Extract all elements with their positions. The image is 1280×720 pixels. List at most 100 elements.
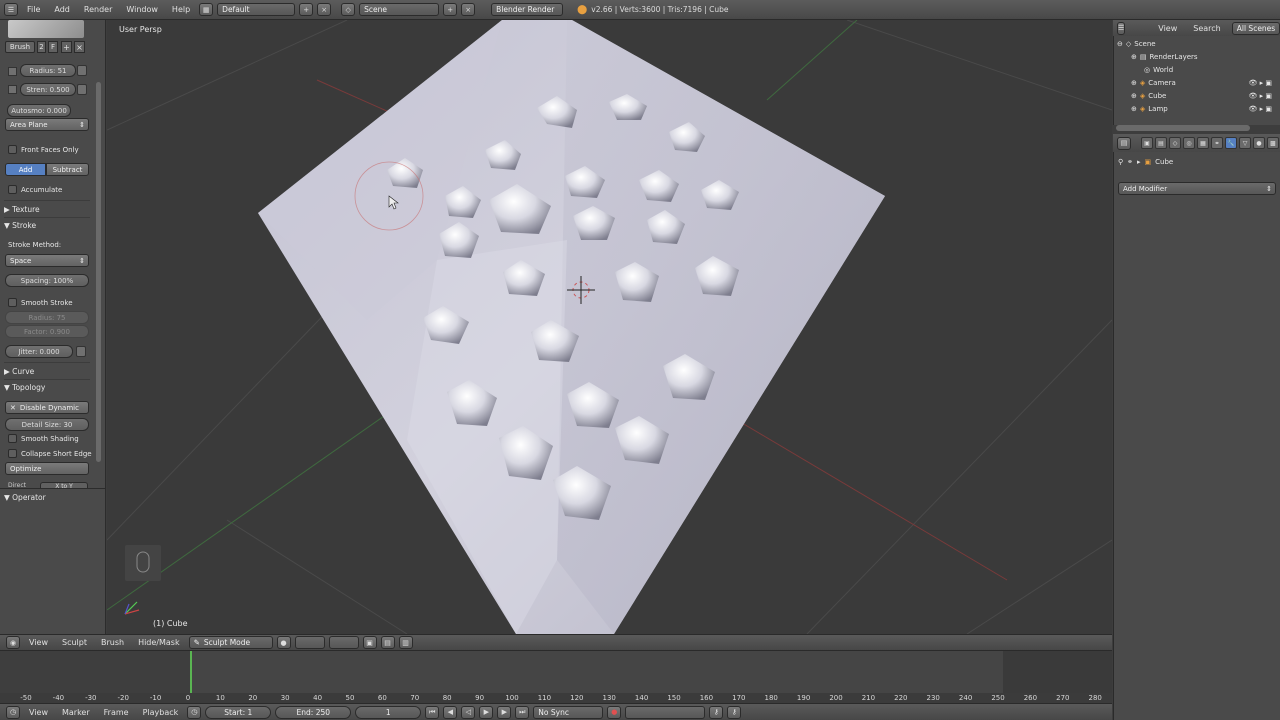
accumulate-checkbox[interactable]: Accumulate bbox=[8, 185, 62, 194]
insert-keyframe-icon[interactable]: ⚷ bbox=[709, 705, 724, 719]
stroke-panel-header[interactable]: ▼ Stroke bbox=[4, 221, 36, 230]
editor-type-icon[interactable]: ☰ bbox=[4, 3, 18, 16]
menu-help[interactable]: Help bbox=[167, 5, 195, 14]
front-faces-only-checkbox[interactable]: Front Faces Only bbox=[8, 145, 79, 154]
jitter-slider[interactable]: Jitter: 0.000 bbox=[5, 345, 73, 358]
menu-view[interactable]: View bbox=[24, 638, 53, 647]
screen-layout-icon[interactable]: ▦ bbox=[199, 3, 214, 16]
timeline[interactable]: -50 -40 -30 -20 -10 0 10 20 30 40 50 60 70 80 90 100 110… bbox=[0, 650, 1112, 703]
disable-dynamic-button[interactable]: ✕ Disable Dynamic bbox=[5, 401, 89, 414]
menu-hide-mask[interactable]: Hide/Mask bbox=[133, 638, 185, 647]
render-layers-tab-icon[interactable]: ▤ bbox=[1155, 137, 1167, 149]
outliner-scrollbar[interactable] bbox=[1116, 125, 1250, 131]
display-mode-select[interactable]: All Scenes bbox=[1231, 21, 1280, 35]
smooth-shading-checkbox[interactable]: Smooth Shading bbox=[8, 434, 79, 443]
menu-render[interactable]: Render bbox=[79, 5, 117, 14]
layers-group-a[interactable] bbox=[294, 636, 325, 649]
new-brush-icon[interactable]: + bbox=[61, 41, 72, 53]
jitter-pressure-icon[interactable] bbox=[76, 346, 86, 357]
world-tab-icon[interactable]: ◎ bbox=[1183, 137, 1195, 149]
next-keyframe-icon[interactable]: ▶ bbox=[497, 705, 512, 719]
editor-type-icon[interactable]: ▤ bbox=[1117, 136, 1131, 150]
end-frame-field[interactable]: End: 250 bbox=[275, 705, 352, 719]
modifiers-tab-icon[interactable]: 🔧 bbox=[1225, 137, 1237, 149]
autosmooth-slider[interactable]: Autosmo: 0.000 bbox=[7, 104, 71, 117]
radius-slider[interactable]: Radius: 51 bbox=[20, 64, 76, 77]
pin-icon[interactable]: ⚲ bbox=[1118, 158, 1123, 166]
radius-pressure-icon[interactable] bbox=[77, 65, 87, 76]
brush-users[interactable]: 2 bbox=[37, 41, 46, 53]
brush-preview[interactable] bbox=[8, 20, 84, 38]
optimize-button[interactable]: Optimize bbox=[5, 462, 89, 475]
record-icon[interactable]: ● bbox=[607, 705, 622, 719]
spacing-slider[interactable]: Spacing: 100% bbox=[5, 274, 89, 287]
object-tab-icon[interactable]: ▦ bbox=[1197, 137, 1209, 149]
start-frame-field[interactable]: Start: 1 bbox=[205, 705, 272, 719]
outliner-item-camera[interactable]: ⊕ ◈ Camera 👁 ▸ ▣ bbox=[1115, 76, 1280, 89]
menu-search[interactable]: Search bbox=[1188, 24, 1225, 33]
screen-layout-field[interactable]: Default bbox=[217, 3, 296, 16]
add-scene-icon[interactable]: + bbox=[443, 3, 458, 16]
preview-range-icon[interactable]: ◷ bbox=[187, 705, 202, 719]
texture-tab-icon[interactable]: ▩ bbox=[1267, 137, 1279, 149]
stroke-method-select[interactable]: Space ⇕ bbox=[5, 254, 89, 267]
sync-select[interactable]: No Sync bbox=[533, 705, 604, 719]
play-icon[interactable]: ▶ bbox=[479, 705, 494, 719]
3d-viewport[interactable]: User Persp (1) Cube bbox=[107, 20, 1112, 634]
viewport-shading-icon[interactable]: ● bbox=[276, 636, 291, 649]
mode-select[interactable]: ✎ Sculpt Mode bbox=[188, 636, 273, 649]
topology-panel-header[interactable]: ▼ Topology bbox=[4, 383, 45, 392]
render-tab-icon[interactable]: ▣ bbox=[1141, 137, 1153, 149]
delete-keyframe-icon[interactable]: ⚷ bbox=[727, 705, 742, 719]
editor-type-icon[interactable]: ◉ bbox=[6, 636, 20, 649]
outliner-item-world[interactable]: ◎ World bbox=[1115, 63, 1280, 76]
menu-marker[interactable]: Marker bbox=[57, 708, 95, 717]
constraints-tab-icon[interactable]: ⚭ bbox=[1211, 137, 1223, 149]
outliner-item-renderlayers[interactable]: ⊕ ▤ RenderLayers bbox=[1115, 50, 1280, 63]
strength-lock-icon[interactable] bbox=[8, 85, 17, 94]
texture-panel-header[interactable]: ▶ Texture bbox=[4, 205, 40, 214]
menu-playback[interactable]: Playback bbox=[138, 708, 184, 717]
sculpt-plane-select[interactable]: Area Plane ⇕ bbox=[5, 118, 89, 131]
brush-fake-user[interactable]: F bbox=[48, 41, 58, 53]
collapse-short-edge-checkbox[interactable]: Collapse Short Edge bbox=[8, 449, 92, 458]
menu-brush[interactable]: Brush bbox=[96, 638, 129, 647]
menu-frame[interactable]: Frame bbox=[99, 708, 134, 717]
remove-screen-icon[interactable]: × bbox=[317, 3, 332, 16]
current-frame-line[interactable] bbox=[190, 651, 192, 693]
outliner-item-cube[interactable]: ⊕ ◈ Cube 👁 ▸ ▣ bbox=[1115, 89, 1280, 102]
jump-end-icon[interactable]: ⏭ bbox=[515, 705, 530, 719]
editor-type-icon[interactable]: ☰ bbox=[1117, 21, 1126, 35]
render-layer-icon[interactable]: ▥ bbox=[398, 636, 413, 649]
render-preview-icon[interactable]: ▤ bbox=[380, 636, 395, 649]
navigation-widget[interactable] bbox=[125, 545, 161, 581]
scene-tab-icon[interactable]: ◇ bbox=[1169, 137, 1181, 149]
editor-type-icon[interactable]: ◷ bbox=[6, 705, 20, 719]
lock-camera-icon[interactable]: ▣ bbox=[362, 636, 377, 649]
menu-window[interactable]: Window bbox=[121, 5, 163, 14]
remove-scene-icon[interactable]: × bbox=[461, 3, 476, 16]
curve-panel-header[interactable]: ▶ Curve bbox=[4, 367, 34, 376]
render-engine-select[interactable]: Blender Render bbox=[491, 3, 564, 16]
subtract-direction-button[interactable]: Subtract bbox=[46, 163, 89, 176]
toolshelf-scrollbar[interactable] bbox=[96, 82, 101, 462]
jump-start-icon[interactable]: ⏮ bbox=[425, 705, 440, 719]
unlink-brush-icon[interactable]: × bbox=[74, 41, 85, 53]
prev-keyframe-icon[interactable]: ◀ bbox=[443, 705, 458, 719]
menu-view[interactable]: View bbox=[1153, 24, 1182, 33]
layers-group-b[interactable] bbox=[328, 636, 359, 649]
menu-file[interactable]: File bbox=[22, 5, 45, 14]
data-tab-icon[interactable]: ▽ bbox=[1239, 137, 1251, 149]
current-frame-field[interactable]: 1 bbox=[355, 705, 422, 719]
menu-sculpt[interactable]: Sculpt bbox=[57, 638, 92, 647]
strength-pressure-icon[interactable] bbox=[77, 84, 87, 95]
add-modifier-select[interactable]: Add Modifier ⇕ bbox=[1118, 182, 1276, 195]
menu-view[interactable]: View bbox=[24, 708, 53, 717]
radius-lock-icon[interactable] bbox=[8, 67, 17, 76]
strength-slider[interactable]: Stren: 0.500 bbox=[20, 83, 76, 96]
add-screen-icon[interactable]: + bbox=[299, 3, 314, 16]
outliner-item-lamp[interactable]: ⊕ ◈ Lamp 👁 ▸ ▣ bbox=[1115, 102, 1280, 115]
scene-field[interactable]: Scene bbox=[359, 3, 440, 16]
outliner-item-scene[interactable]: ⊖ ◇ Scene bbox=[1115, 37, 1280, 50]
detail-size-slider[interactable]: Detail Size: 30 bbox=[5, 418, 89, 431]
